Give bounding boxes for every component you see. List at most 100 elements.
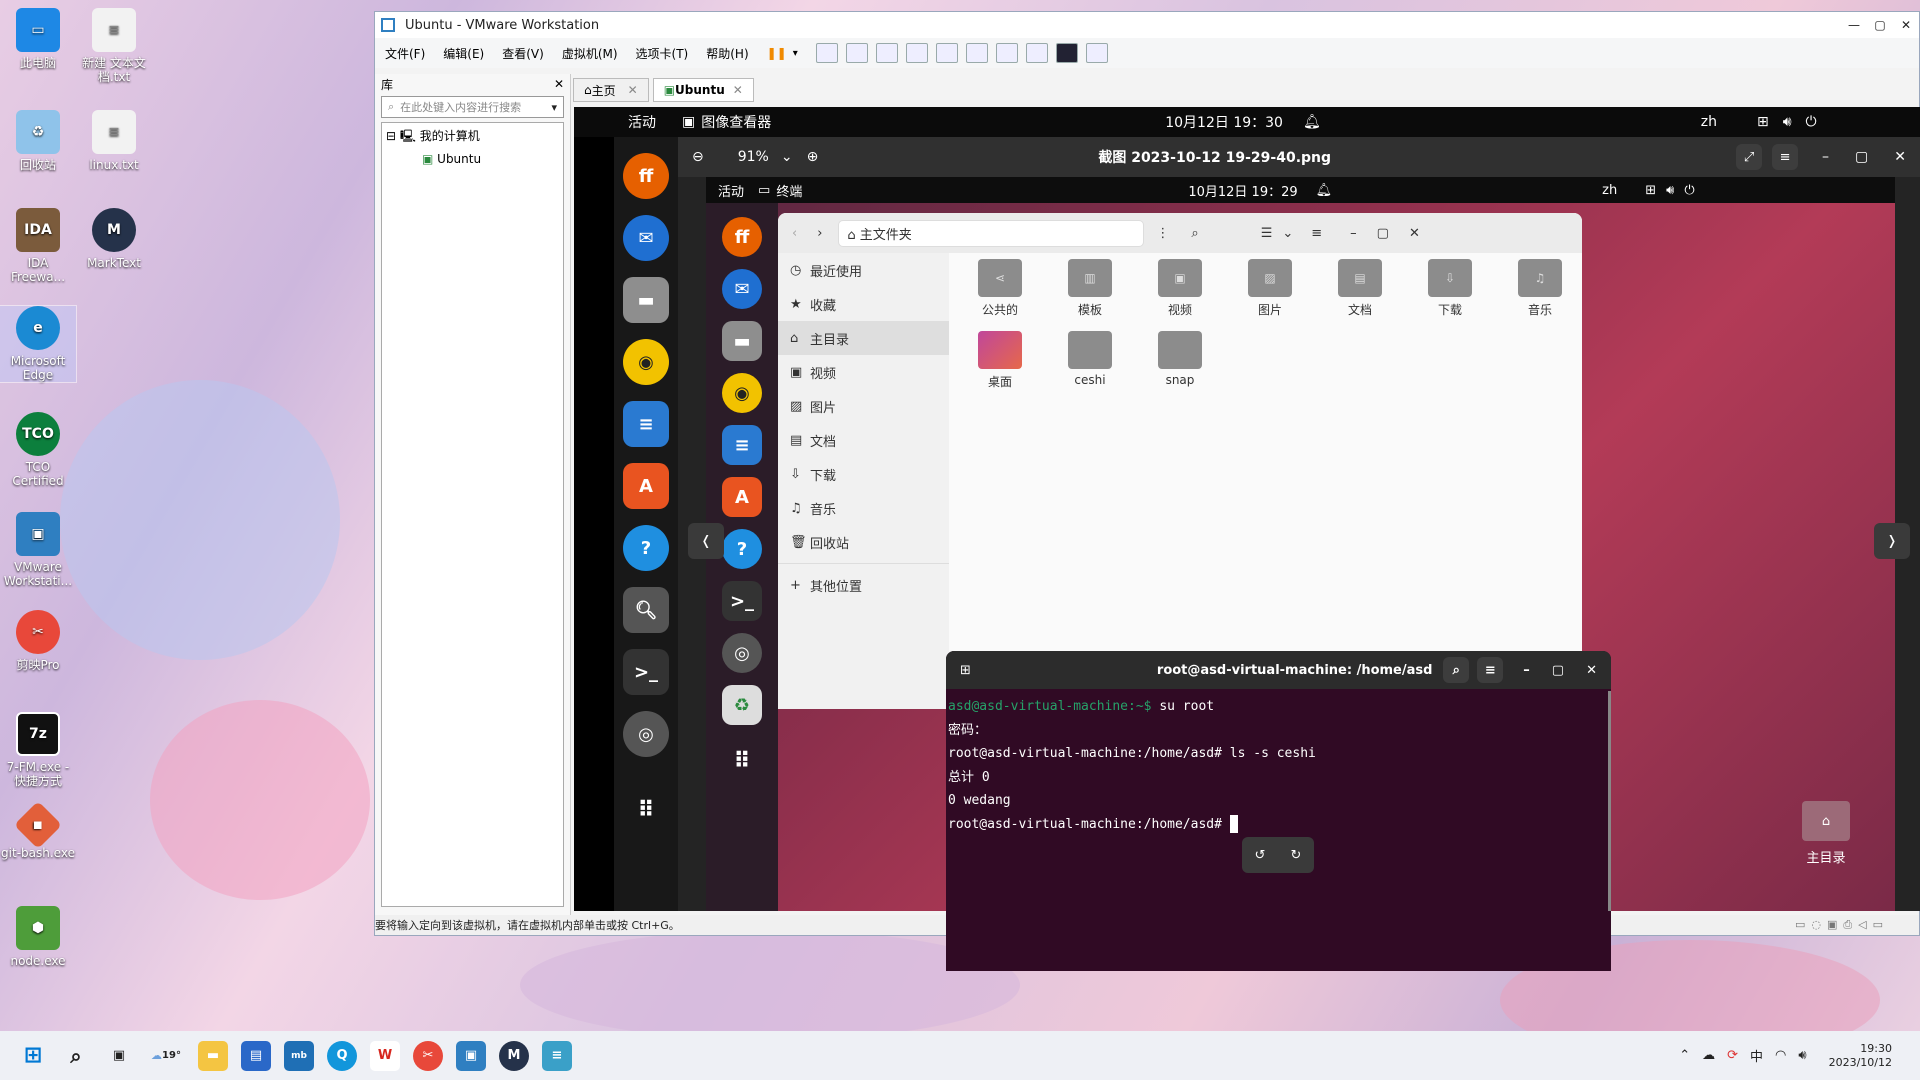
device-icons[interactable]: ▭◌▣⎙◁▭ — [1795, 918, 1889, 932]
next-image-button[interactable]: ❭ — [1874, 523, 1910, 559]
menu-help[interactable]: 帮助(H) — [706, 45, 748, 62]
sync-icon[interactable]: ⟳ — [1727, 1048, 1738, 1063]
menu-file[interactable]: 文件(F) — [385, 45, 425, 62]
image-viewer-icon[interactable]: 🔍︎ — [623, 587, 669, 633]
desktop-icon-computer[interactable]: ▭ 此电脑 — [0, 8, 76, 70]
zoom-out-icon[interactable]: ⊖ — [692, 149, 704, 165]
rhythmbox-icon[interactable]: ◉ — [623, 339, 669, 385]
close-icon[interactable]: ✕ — [1893, 18, 1919, 32]
wifi-icon[interactable]: ◠ — [1775, 1048, 1786, 1063]
desktop-icon-git-bash[interactable]: ◆ git-bash.exe — [0, 800, 76, 860]
tab-close-icon[interactable]: ✕ — [733, 83, 743, 97]
marktext-icon[interactable]: M — [499, 1040, 529, 1071]
desktop-icon-tco[interactable]: TCO TCO Certified — [0, 412, 76, 488]
menu-vm[interactable]: 虚拟机(M) — [562, 45, 618, 62]
desktop-icon-linux-txt[interactable]: ≡ linux.txt — [76, 110, 152, 172]
chevron-down-icon[interactable]: ⌄ — [781, 149, 793, 165]
activities-button[interactable]: 活动 — [628, 112, 656, 132]
writer-icon[interactable]: ≡ — [623, 401, 669, 447]
thumbnail-bar-icon[interactable] — [965, 43, 988, 63]
rotate-left-icon[interactable]: ↺ — [1255, 848, 1266, 863]
file-explorer-icon[interactable]: ▬ — [198, 1040, 228, 1071]
library-search-input[interactable]: ⌕ 在此处键入内容进行搜索 ▾ — [381, 96, 564, 118]
desktop-icon-recycle-bin[interactable]: ♻ 回收站 — [0, 110, 76, 172]
minimize-icon[interactable]: – — [1822, 149, 1829, 165]
tree-item-ubuntu[interactable]: ▣ Ubuntu — [386, 152, 559, 166]
tab-ubuntu[interactable]: ▣ Ubuntu ✕ — [652, 78, 754, 102]
start-icon[interactable]: ⊞ — [18, 1041, 48, 1071]
jianying-icon[interactable]: ✂ — [413, 1040, 443, 1071]
thunderbird-icon[interactable]: ✉ — [623, 215, 669, 261]
vmware-icon[interactable]: ▣ — [456, 1040, 486, 1071]
chevron-down-icon[interactable]: ▾ — [551, 101, 557, 114]
weather-icon[interactable]: ☁ 19° — [147, 1041, 185, 1071]
terminal-icon[interactable]: >_ — [623, 649, 669, 695]
manage-snapshots-icon[interactable] — [905, 43, 928, 63]
guest-screen[interactable]: 活动 ▣ 图像查看器 10月12日 19：30 🔔︎ zh ⊞ 🔊︎ ⏻ ff … — [574, 107, 1920, 971]
qq-icon[interactable]: Q — [327, 1040, 357, 1071]
language-indicator[interactable]: zh — [1701, 114, 1717, 130]
close-icon[interactable]: ✕ — [1894, 149, 1906, 165]
zoom-level[interactable]: 91% — [738, 149, 769, 165]
restore-snapshot-icon[interactable] — [875, 43, 898, 63]
show-apps-icon[interactable]: ⠿ — [623, 787, 669, 833]
files-icon[interactable]: ▬ — [623, 277, 669, 323]
console-view-icon[interactable] — [1055, 43, 1078, 63]
desktop-icon-7zip[interactable]: 7z 7-FM.exe - 快捷方式 — [0, 712, 76, 788]
terminal-line: root@asd-virtual-machine:/home/asd# ls -… — [948, 746, 1316, 761]
desktop-icon-node[interactable]: ⬢ node.exe — [0, 906, 76, 968]
volume-icon[interactable]: 🔊︎ — [1783, 114, 1792, 130]
mybatis-icon[interactable]: mb — [284, 1040, 314, 1071]
desktop-icon-edge[interactable]: e Microsoft Edge — [0, 305, 77, 383]
search-icon[interactable]: ⌕ — [61, 1041, 91, 1071]
unity-icon[interactable] — [1025, 43, 1048, 63]
bell-icon[interactable]: 🔔︎ — [1303, 114, 1321, 130]
maximize-icon[interactable]: ▢ — [1867, 18, 1893, 32]
clock[interactable]: 19:30 2023/10/12 — [1829, 1042, 1892, 1070]
library-close-icon[interactable]: ✕ — [554, 77, 564, 91]
rotate-right-icon[interactable]: ↻ — [1291, 848, 1302, 863]
volume-icon[interactable]: 🔊︎ — [1798, 1048, 1806, 1063]
desktop-icon-ida[interactable]: IDA IDA Freewa... — [0, 208, 76, 284]
stretch-guest-icon[interactable] — [1085, 43, 1108, 63]
app-menu[interactable]: 图像查看器 — [701, 112, 771, 132]
power-icon[interactable]: ⏻ — [1806, 114, 1817, 130]
maximize-icon[interactable]: ▢ — [1855, 149, 1868, 165]
onedrive-icon[interactable]: ☁ — [1702, 1048, 1715, 1063]
menu-view[interactable]: 查看(V) — [502, 45, 544, 62]
previous-image-button[interactable]: ❬ — [688, 523, 724, 559]
firefox-icon[interactable]: ff — [623, 153, 669, 199]
desktop-icon-new-text[interactable]: ≡ 新建 文本文档.txt — [76, 8, 152, 84]
send-ctrl-alt-del-icon[interactable] — [815, 43, 838, 63]
network-icon[interactable]: ⊞ — [1757, 114, 1769, 130]
menu-edit[interactable]: 编辑(E) — [443, 45, 484, 62]
disc-icon[interactable]: ◎ — [623, 711, 669, 757]
menu-tabs[interactable]: 选项卡(T) — [636, 45, 689, 62]
desktop-icon-vmware[interactable]: ▣ VMware Workstati... — [0, 512, 76, 588]
help-icon[interactable]: ? — [623, 525, 669, 571]
desktop-icon-label: 此电脑 — [19, 56, 56, 70]
pause-icon[interactable]: ❚❚ — [767, 46, 787, 60]
dropdown-icon[interactable]: ▾ — [793, 48, 798, 59]
show-library-icon[interactable] — [935, 43, 958, 63]
tab-home[interactable]: ⌂ 主页 ✕ — [573, 78, 649, 102]
desktop-icon-jianying[interactable]: ✂ 剪映Pro — [0, 610, 76, 672]
minimize-icon[interactable]: — — [1841, 18, 1867, 32]
collapse-icon[interactable]: ⊟ — [386, 129, 400, 143]
notepad-icon[interactable]: ≡ — [542, 1040, 572, 1071]
zoom-in-icon[interactable]: ⊕ — [807, 149, 819, 165]
wps-icon[interactable]: W — [370, 1040, 400, 1071]
menu-icon[interactable]: ≡ — [1772, 144, 1799, 170]
full-screen-icon[interactable] — [995, 43, 1018, 63]
chevron-up-icon[interactable]: ⌃ — [1679, 1048, 1690, 1063]
tab-close-icon[interactable]: ✕ — [628, 83, 638, 97]
app-center-icon[interactable]: A — [623, 463, 669, 509]
snapshot-icon[interactable] — [845, 43, 868, 63]
store-icon[interactable]: ▤ — [241, 1040, 271, 1071]
fullscreen-icon[interactable]: ⤢ — [1736, 144, 1763, 170]
ime-indicator[interactable]: 中 — [1750, 1046, 1763, 1065]
task-view-icon[interactable]: ▣ — [104, 1041, 134, 1071]
clock[interactable]: 10月12日 19：30 — [1165, 112, 1283, 132]
tree-item-my-computer[interactable]: ⊟ 🖳 我的计算机 — [386, 127, 559, 148]
desktop-icon-marktext[interactable]: M MarkText — [76, 208, 152, 270]
